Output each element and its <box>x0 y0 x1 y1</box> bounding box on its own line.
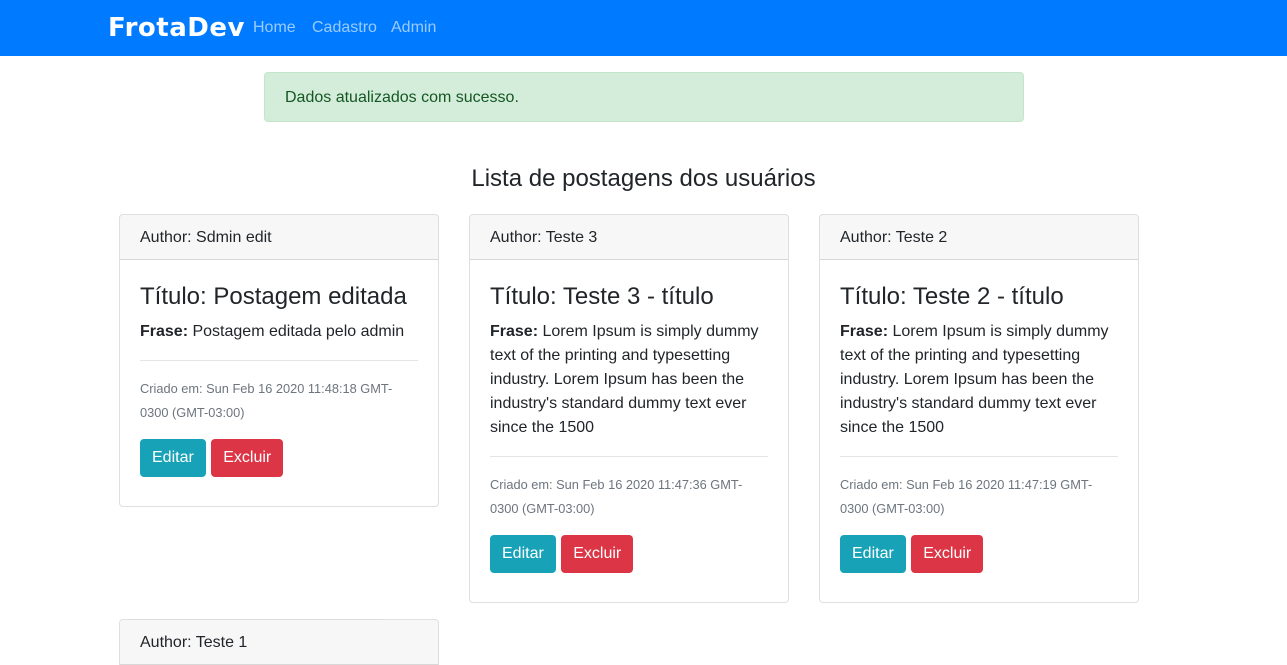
card-phrase: Frase: Lorem Ipsum is simply dummy text … <box>840 320 1118 440</box>
divider <box>490 456 768 457</box>
edit-button[interactable]: Editar <box>840 535 906 573</box>
card-author: Author: Sdmin edit <box>120 215 438 260</box>
card-title: Título: Postagem editada <box>140 283 407 310</box>
card-body: Título: Postagem editada Frase: Postagem… <box>120 260 438 497</box>
post-card: Author: Teste 2 Título: Teste 2 - título… <box>819 214 1139 603</box>
card-author: Author: Teste 1 <box>120 620 438 665</box>
created-at: Criado em: Sun Feb 16 2020 11:47:19 GMT-… <box>840 477 1093 516</box>
phrase-label: Frase: <box>490 323 539 340</box>
nav-link-home[interactable]: Home <box>253 18 296 38</box>
delete-button[interactable]: Excluir <box>561 535 634 573</box>
card-actions: Editar Excluir <box>840 535 1118 573</box>
card-phrase: Frase: Lorem Ipsum is simply dummy text … <box>490 320 768 440</box>
post-card: Author: Teste 3 Título: Teste 3 - título… <box>469 214 789 603</box>
created-at: Criado em: Sun Feb 16 2020 11:47:36 GMT-… <box>490 477 743 516</box>
card-body: Título: Teste 2 - título Frase: Lorem Ip… <box>820 260 1138 593</box>
post-card: Author: Sdmin edit Título: Postagem edit… <box>119 214 439 507</box>
card-title: Título: Teste 2 - título <box>840 283 1064 310</box>
created-at: Criado em: Sun Feb 16 2020 11:48:18 GMT-… <box>140 381 393 420</box>
brand-logo[interactable]: FrotaDev <box>108 10 245 46</box>
card-actions: Editar Excluir <box>490 535 768 573</box>
edit-button[interactable]: Editar <box>490 535 556 573</box>
success-alert: Dados atualizados com sucesso. <box>264 72 1024 122</box>
card-phrase: Frase: Postagem editada pelo admin <box>140 320 418 344</box>
page-title: Lista de postagens dos usuários <box>471 165 816 192</box>
divider <box>140 360 418 361</box>
post-card: Author: Teste 1 <box>119 619 439 665</box>
phrase-label: Frase: <box>140 323 189 340</box>
card-title: Título: Teste 3 - título <box>490 283 714 310</box>
phrase-text: Postagem editada pelo admin <box>192 323 405 340</box>
delete-button[interactable]: Excluir <box>211 439 284 477</box>
card-actions: Editar Excluir <box>140 439 418 477</box>
divider <box>840 456 1118 457</box>
alert-message: Dados atualizados com sucesso. <box>285 89 519 106</box>
card-author: Author: Teste 2 <box>820 215 1138 260</box>
edit-button[interactable]: Editar <box>140 439 206 477</box>
navbar: FrotaDev Home Cadastro Admin <box>0 0 1287 56</box>
nav-link-admin[interactable]: Admin <box>391 18 436 38</box>
delete-button[interactable]: Excluir <box>911 535 984 573</box>
nav-link-cadastro[interactable]: Cadastro <box>312 18 377 38</box>
card-body: Título: Teste 3 - título Frase: Lorem Ip… <box>470 260 788 593</box>
card-author: Author: Teste 3 <box>470 215 788 260</box>
phrase-label: Frase: <box>840 323 889 340</box>
